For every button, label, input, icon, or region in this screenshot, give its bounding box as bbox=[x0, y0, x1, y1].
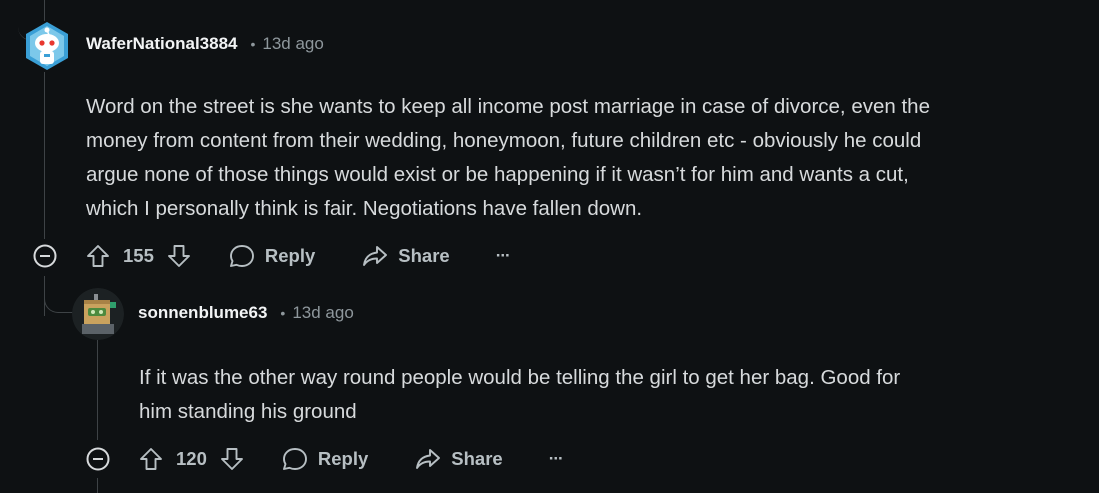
comment-meta: sonnenblume63 • 13d ago bbox=[138, 303, 354, 323]
vote-count: 155 bbox=[123, 245, 154, 266]
comment-line: him standing his ground bbox=[139, 400, 357, 423]
reply-label: Reply bbox=[264, 245, 316, 266]
more-options-button[interactable]: ··· bbox=[495, 246, 511, 266]
upvote-button[interactable] bbox=[138, 446, 164, 472]
reply-button[interactable]: Reply bbox=[281, 446, 368, 472]
share-arrow-icon bbox=[416, 449, 441, 469]
upvote-button[interactable] bbox=[85, 243, 111, 269]
collapse-button[interactable] bbox=[32, 243, 58, 269]
speech-bubble-icon bbox=[282, 448, 307, 470]
collapse-button[interactable] bbox=[85, 446, 111, 472]
more-options-icon: ··· bbox=[548, 449, 564, 468]
downvote-arrow-icon bbox=[167, 245, 190, 267]
thread-line-top bbox=[44, 0, 45, 21]
more-options-icon: ··· bbox=[495, 246, 511, 265]
collapse-minus-icon bbox=[86, 447, 110, 471]
author-name[interactable]: sonnenblume63 bbox=[138, 303, 267, 323]
avatar[interactable] bbox=[72, 288, 124, 340]
downvote-button[interactable] bbox=[166, 243, 192, 269]
share-button[interactable]: Share bbox=[414, 446, 503, 472]
share-button[interactable]: Share bbox=[361, 243, 450, 269]
timestamp[interactable]: 13d ago bbox=[292, 303, 353, 323]
comment-line: If it was the other way round people wou… bbox=[139, 366, 901, 389]
meta-separator: • bbox=[250, 36, 256, 52]
comment-body: Word on the street is she wants to keep … bbox=[86, 90, 930, 226]
comment-line: money from content from their wedding, h… bbox=[86, 129, 922, 152]
avatar[interactable] bbox=[22, 21, 72, 71]
comment-line: Word on the street is she wants to keep … bbox=[86, 95, 930, 118]
timestamp[interactable]: 13d ago bbox=[262, 34, 323, 54]
snoo-avatar-icon bbox=[26, 22, 68, 70]
reply-button[interactable]: Reply bbox=[228, 243, 315, 269]
thread-line-root bbox=[44, 72, 45, 239]
action-bar: 120 Reply Share ··· bbox=[85, 442, 564, 476]
share-label: Share bbox=[398, 245, 450, 266]
upvote-arrow-icon bbox=[140, 448, 162, 470]
share-label: Share bbox=[451, 448, 503, 469]
comment-meta: WaferNational3884 • 13d ago bbox=[86, 34, 324, 54]
downvote-arrow-icon bbox=[220, 448, 243, 470]
reply-label: Reply bbox=[317, 448, 369, 469]
comment-line: which I personally think is fair. Negoti… bbox=[86, 197, 643, 220]
share-arrow-icon bbox=[363, 246, 388, 266]
upvote-arrow-icon bbox=[87, 245, 109, 267]
thread-elbow-child bbox=[44, 276, 73, 313]
speech-bubble-icon bbox=[229, 245, 254, 267]
comment-line: argue none of those things would exist o… bbox=[86, 163, 909, 186]
vote-count: 120 bbox=[176, 448, 207, 469]
meta-separator: • bbox=[280, 305, 286, 321]
collapse-minus-icon bbox=[33, 244, 57, 268]
thread-line-reply bbox=[97, 340, 98, 440]
more-options-button[interactable]: ··· bbox=[548, 449, 564, 469]
downvote-button[interactable] bbox=[219, 446, 245, 472]
comment-body: If it was the other way round people wou… bbox=[139, 361, 900, 429]
author-name[interactable]: WaferNational3884 bbox=[86, 34, 237, 54]
thread-line-reply-bottom bbox=[97, 478, 98, 493]
action-bar: 155 Reply Share ··· bbox=[32, 239, 511, 273]
box-robot-avatar-icon bbox=[72, 288, 124, 340]
